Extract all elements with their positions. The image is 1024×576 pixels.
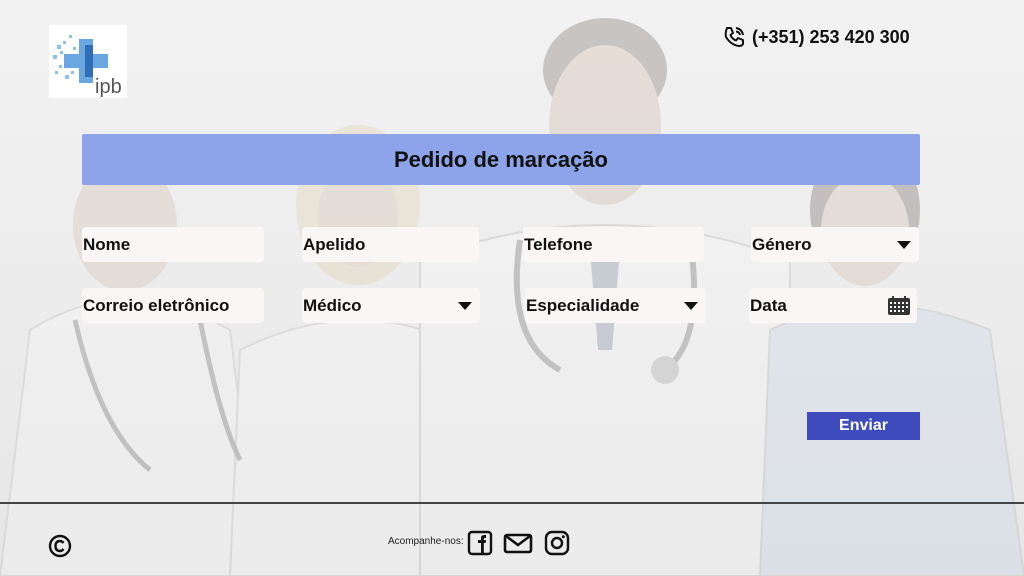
especialidade-select[interactable]: Especialidade bbox=[525, 288, 706, 323]
chevron-down-icon bbox=[684, 301, 698, 310]
instagram-icon[interactable] bbox=[544, 530, 570, 556]
nome-input[interactable]: Nome bbox=[82, 227, 264, 262]
data-input[interactable]: Data bbox=[749, 288, 917, 323]
footer-divider bbox=[0, 502, 1024, 504]
nome-placeholder: Nome bbox=[83, 234, 131, 254]
copyright-icon bbox=[48, 534, 72, 558]
form-title: Pedido de marcação bbox=[394, 146, 608, 172]
facebook-icon[interactable] bbox=[467, 530, 493, 556]
telefone-input[interactable]: Telefone bbox=[523, 227, 704, 262]
chevron-down-icon bbox=[458, 301, 472, 310]
email-placeholder: Correio eletrônico bbox=[83, 295, 230, 315]
especialidade-placeholder: Especialidade bbox=[526, 295, 640, 315]
genero-placeholder: Género bbox=[752, 234, 812, 254]
phone-icon bbox=[724, 27, 744, 47]
ipb-logo[interactable]: ipb bbox=[49, 25, 127, 98]
apelido-input[interactable]: Apelido bbox=[302, 227, 479, 262]
form-title-bar: Pedido de marcação bbox=[82, 134, 920, 185]
medico-placeholder: Médico bbox=[303, 295, 362, 315]
apelido-placeholder: Apelido bbox=[303, 234, 366, 254]
phone-number: (+351) 253 420 300 bbox=[752, 26, 910, 47]
email-input[interactable]: Correio eletrônico bbox=[82, 288, 264, 323]
enviar-button[interactable]: Enviar bbox=[807, 412, 920, 440]
calendar-icon[interactable] bbox=[887, 295, 911, 316]
chevron-down-icon bbox=[897, 240, 911, 249]
medico-select[interactable]: Médico bbox=[302, 288, 480, 323]
phone-contact[interactable]: (+351) 253 420 300 bbox=[722, 24, 910, 50]
telefone-placeholder: Telefone bbox=[524, 234, 593, 254]
genero-select[interactable]: Género bbox=[751, 227, 919, 262]
enviar-label: Enviar bbox=[839, 417, 888, 434]
logo-text: ipb bbox=[95, 76, 122, 98]
mail-icon[interactable] bbox=[503, 530, 533, 556]
follow-label: Acompanhe-nos: bbox=[388, 536, 464, 547]
data-placeholder: Data bbox=[750, 295, 787, 315]
